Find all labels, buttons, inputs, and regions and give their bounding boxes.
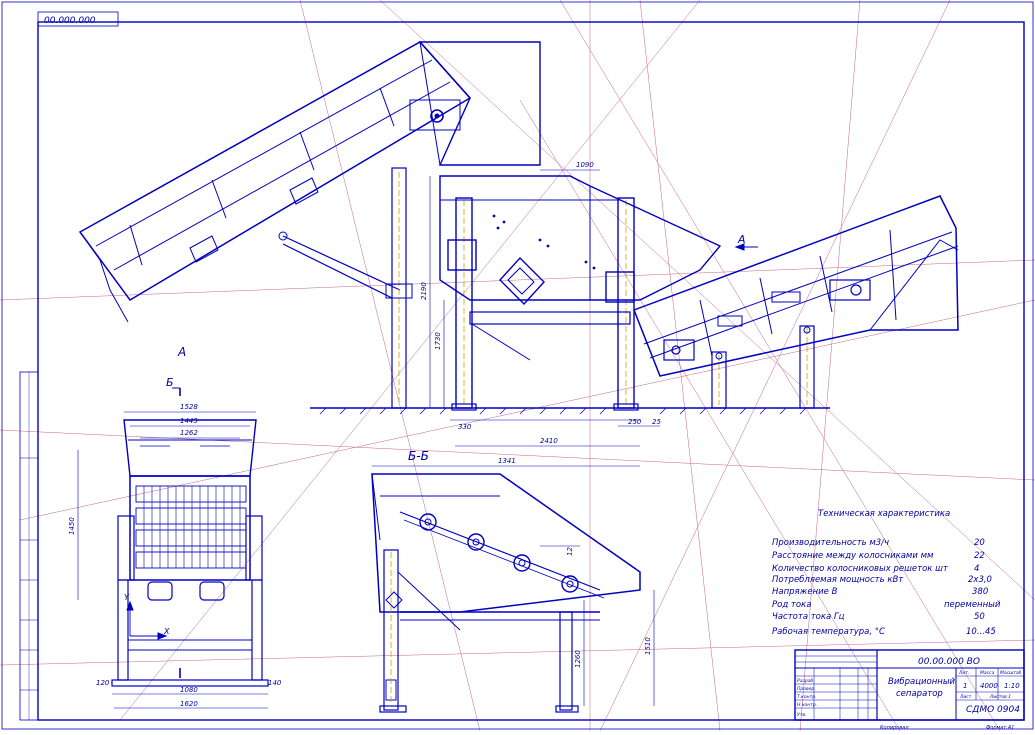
spec-value-7: 10...45 <box>966 627 996 637</box>
col-lit: Лит. <box>958 670 969 676</box>
spec-value-5: переменный <box>944 600 1001 610</box>
dim-140: 140 <box>268 679 282 687</box>
dim-1450: 1450 <box>68 517 76 535</box>
spec-value-1: 22 <box>974 551 985 561</box>
dim-120: 120 <box>96 679 110 687</box>
scale-value: 1:10 <box>1004 682 1020 690</box>
col-mass: Масса <box>980 670 995 676</box>
copy-label: Копировал <box>880 725 909 731</box>
spec-label-1: Расстояние между колосниками мм <box>772 551 934 561</box>
col-scale: Масштаб <box>1000 670 1022 676</box>
spec-title: Техническая характеристика <box>818 509 950 519</box>
dim-1620: 1620 <box>180 700 198 708</box>
mass-value: 4000 <box>980 682 998 690</box>
role-0: Разраб. <box>797 678 815 684</box>
dim-1528: 1528 <box>180 403 198 411</box>
role-3: Н.контр. <box>797 702 817 708</box>
organization: СДМО 0904 <box>966 705 1020 715</box>
section-bb-view <box>371 473 641 713</box>
axis-y: Y <box>124 593 130 602</box>
dim-250: 250 <box>628 418 642 426</box>
dim-1341: 1341 <box>498 457 516 465</box>
spec-value-2: 4 <box>974 564 979 574</box>
spec-table: Техническая характеристика Производитель… <box>772 509 1001 637</box>
lit-value: 1 <box>963 682 967 690</box>
product-name-2: сепаратор <box>896 689 943 699</box>
spec-label-7: Рабочая температура, °С <box>772 627 885 637</box>
front-dimension-lines <box>77 411 268 709</box>
spec-label-4: Напряжение В <box>772 587 838 597</box>
role-2: Т.контр. <box>797 694 817 700</box>
axis-x: X <box>163 627 170 636</box>
sheet-label: Лист <box>959 694 972 700</box>
spec-label-2: Количество колосниковых решеток шт <box>772 564 949 574</box>
dim-2410: 2410 <box>540 437 558 445</box>
dim-1730: 1730 <box>434 332 442 350</box>
spec-value-0: 20 <box>974 538 985 548</box>
drawing-sheet: 00.000.000 А 1090 2190 1730 330 2410 250… <box>0 0 1035 732</box>
product-name-1: Вибрационный <box>888 677 956 687</box>
role-1: Провер. <box>797 686 816 692</box>
spec-label-3: Потребляемая мощность кВт <box>772 575 904 585</box>
format-label: Формат А1 <box>986 725 1014 731</box>
top-dimension-lines <box>429 169 660 447</box>
spec-label-5: Род тока <box>772 600 811 610</box>
dim-1080: 1080 <box>180 686 198 694</box>
inclined-separator-view <box>78 41 541 409</box>
dim-1445: 1445 <box>180 417 198 425</box>
dim-2190: 2190 <box>420 282 428 300</box>
arrow-a-label: А <box>737 233 746 246</box>
spec-value-6: 50 <box>974 612 985 622</box>
doc-number: 00.00.000 ВО <box>918 657 980 667</box>
dim-1262: 1262 <box>180 429 198 437</box>
spec-label-0: Производительность м3/ч <box>772 538 889 548</box>
section-bb-title: Б-Б <box>408 449 429 463</box>
dim-25: 25 <box>652 418 661 426</box>
role-4: Утв. <box>797 712 806 718</box>
section-dimension-lines <box>372 465 655 706</box>
section-b-marker: Б <box>166 376 174 389</box>
dim-1510: 1510 <box>644 637 652 655</box>
dim-330: 330 <box>458 423 472 431</box>
engineering-drawing: 00.000.000 А 1090 2190 1730 330 2410 250… <box>0 0 1035 732</box>
construction-lines <box>0 0 1035 732</box>
view-label-a: А <box>177 345 186 359</box>
dim-1090: 1090 <box>576 161 594 169</box>
stamp-code: 00.000.000 <box>44 16 96 26</box>
spec-value-4: 380 <box>972 587 988 597</box>
spec-value-3: 2x3,0 <box>968 575 992 585</box>
main-frame-view <box>310 175 830 415</box>
spec-label-6: Частота тока Гц <box>772 612 845 622</box>
dim-12: 12 <box>566 547 574 556</box>
dim-1260: 1260 <box>574 650 582 668</box>
sheets-label: Листов 1 <box>989 694 1011 700</box>
